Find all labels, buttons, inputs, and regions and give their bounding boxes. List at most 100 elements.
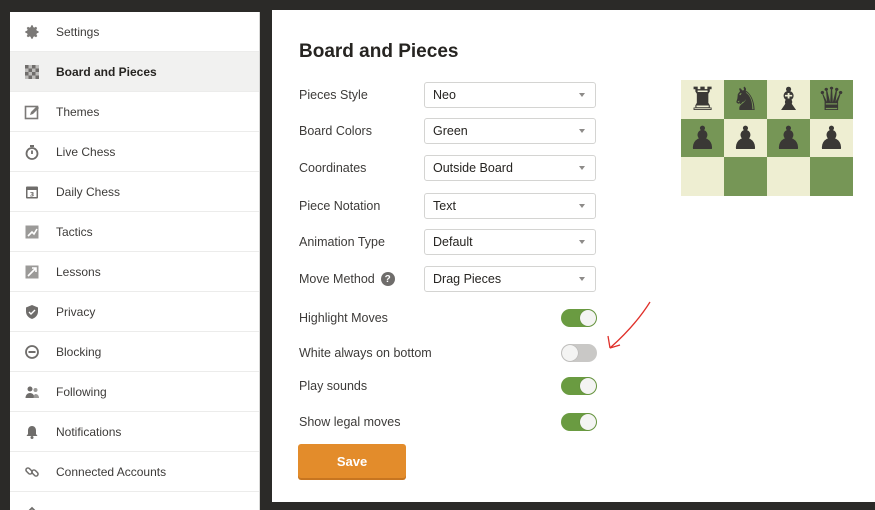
show-legal-moves-row: Show legal moves — [299, 410, 599, 434]
checkerboard-icon — [24, 64, 40, 80]
sidebar-item-themes[interactable]: Themes — [10, 92, 260, 132]
sidebar-item-live-chess[interactable]: Live Chess — [10, 132, 260, 172]
help-icon[interactable]: ? — [380, 272, 395, 286]
board-square — [724, 157, 767, 196]
calendar-icon: 3 — [24, 184, 40, 200]
pieces-style-label: Pieces Style — [299, 88, 368, 102]
sidebar-item-blocking[interactable]: Blocking — [10, 332, 260, 372]
sidebar-item-settings[interactable]: Settings — [10, 12, 260, 52]
edit-icon — [24, 104, 40, 120]
board-square: ♝ — [767, 80, 810, 119]
board-preview: ♜ ♞ ♝ ♛ ♟ ♟ ♟ ♟ — [681, 80, 853, 196]
highlight-moves-row: Highlight Moves — [299, 306, 599, 330]
board-square — [767, 157, 810, 196]
move-method-select[interactable]: Drag Pieces — [424, 266, 596, 292]
piece-notation-row: Piece Notation Text — [299, 193, 596, 219]
lessons-icon — [24, 264, 40, 280]
sidebar-item-following[interactable]: Following — [10, 372, 260, 412]
board-square: ♟ — [810, 118, 853, 158]
sidebar-item-privacy[interactable]: Privacy — [10, 292, 260, 332]
play-sounds-label: Play sounds — [299, 379, 368, 393]
pieces-style-value: Neo — [433, 88, 456, 102]
animation-type-row: Animation Type Default — [299, 229, 596, 255]
save-button[interactable]: Save — [298, 444, 406, 478]
sidebar-item-label: Live Chess — [56, 144, 116, 159]
bell-icon — [24, 424, 40, 440]
sidebar-item-partial[interactable] — [10, 492, 260, 510]
sidebar-item-lessons[interactable]: Lessons — [10, 252, 260, 292]
animation-type-label: Animation Type — [299, 235, 385, 249]
board-square: ♟ — [681, 118, 724, 158]
board-square: ♛ — [810, 80, 853, 119]
board-colors-row: Board Colors Green — [299, 118, 596, 144]
board-colors-label: Board Colors — [299, 124, 372, 138]
sidebar-item-label: Blocking — [56, 344, 102, 359]
show-legal-moves-label: Show legal moves — [299, 415, 401, 429]
chevron-down-icon — [579, 166, 585, 170]
partial-icon — [24, 504, 40, 510]
sidebar-item-label: Lessons — [56, 264, 101, 279]
sidebar-item-label: Privacy — [56, 304, 96, 319]
animation-type-select[interactable]: Default — [424, 229, 596, 255]
settings-sidebar: Settings Board and Pieces Themes Live Ch… — [10, 12, 260, 510]
show-legal-moves-toggle[interactable] — [561, 413, 597, 431]
sidebar-item-daily-chess[interactable]: 3 Daily Chess — [10, 172, 260, 212]
play-sounds-toggle[interactable] — [561, 377, 597, 395]
coordinates-row: Coordinates Outside Board — [299, 155, 596, 181]
white-always-on-bottom-row: White always on bottom — [299, 341, 599, 365]
chevron-down-icon — [579, 204, 585, 208]
annotation-arrow — [607, 301, 651, 349]
coordinates-select[interactable]: Outside Board — [424, 155, 596, 181]
sidebar-item-board-and-pieces[interactable]: Board and Pieces — [10, 52, 260, 92]
sidebar-item-label: Following — [56, 384, 107, 399]
board-square: ♞ — [724, 80, 767, 119]
coordinates-value: Outside Board — [433, 161, 513, 175]
page-title: Board and Pieces — [299, 41, 459, 62]
board-square — [810, 157, 853, 196]
board-and-pieces-panel: Board and Pieces Pieces Style Neo Board … — [272, 10, 875, 502]
sidebar-item-label: Connected Accounts — [56, 464, 167, 479]
pieces-style-select[interactable]: Neo — [424, 82, 596, 108]
board-colors-select[interactable]: Green — [424, 118, 596, 144]
move-method-label: Move Method — [299, 272, 375, 286]
toggle-knob — [580, 414, 596, 430]
pieces-style-row: Pieces Style Neo — [299, 82, 596, 108]
board-square: ♟ — [724, 118, 767, 158]
block-icon — [24, 344, 40, 360]
chevron-down-icon — [579, 93, 585, 97]
board-square: ♟ — [767, 118, 810, 158]
highlight-moves-toggle[interactable] — [561, 309, 597, 327]
sidebar-item-notifications[interactable]: Notifications — [10, 412, 260, 452]
sidebar-item-label: Notifications — [56, 424, 122, 439]
link-icon — [24, 464, 40, 480]
highlight-moves-label: Highlight Moves — [299, 311, 388, 325]
coordinates-label: Coordinates — [299, 161, 367, 175]
sidebar-item-label: Daily Chess — [56, 184, 121, 199]
sidebar-item-label: Themes — [56, 104, 100, 119]
play-sounds-row: Play sounds — [299, 374, 599, 398]
sidebar-item-connected-accounts[interactable]: Connected Accounts — [10, 452, 260, 492]
tactics-icon — [24, 224, 40, 240]
piece-notation-label: Piece Notation — [299, 199, 381, 213]
sidebar-item-label: Settings — [56, 24, 100, 39]
toggle-knob — [562, 345, 578, 361]
white-always-on-bottom-toggle[interactable] — [561, 344, 597, 362]
board-square: ♜ — [681, 80, 724, 119]
move-method-row: Move Method ? Drag Pieces — [299, 266, 596, 292]
toggle-knob — [580, 310, 596, 326]
sidebar-item-tactics[interactable]: Tactics — [10, 212, 260, 252]
chevron-down-icon — [579, 129, 585, 133]
chevron-down-icon — [579, 277, 585, 281]
sidebar-item-label: Board and Pieces — [56, 64, 157, 79]
users-icon — [24, 384, 40, 400]
svg-text:3: 3 — [30, 190, 35, 198]
sidebar-item-label: Tactics — [56, 224, 93, 239]
gear-icon — [24, 24, 40, 40]
animation-type-value: Default — [433, 235, 473, 249]
piece-notation-select[interactable]: Text — [424, 193, 596, 219]
toggle-knob — [580, 378, 596, 394]
board-square — [681, 157, 724, 196]
shield-icon — [24, 304, 40, 320]
board-colors-value: Green — [433, 124, 468, 138]
move-method-label-wrap: Move Method ? — [299, 272, 424, 286]
